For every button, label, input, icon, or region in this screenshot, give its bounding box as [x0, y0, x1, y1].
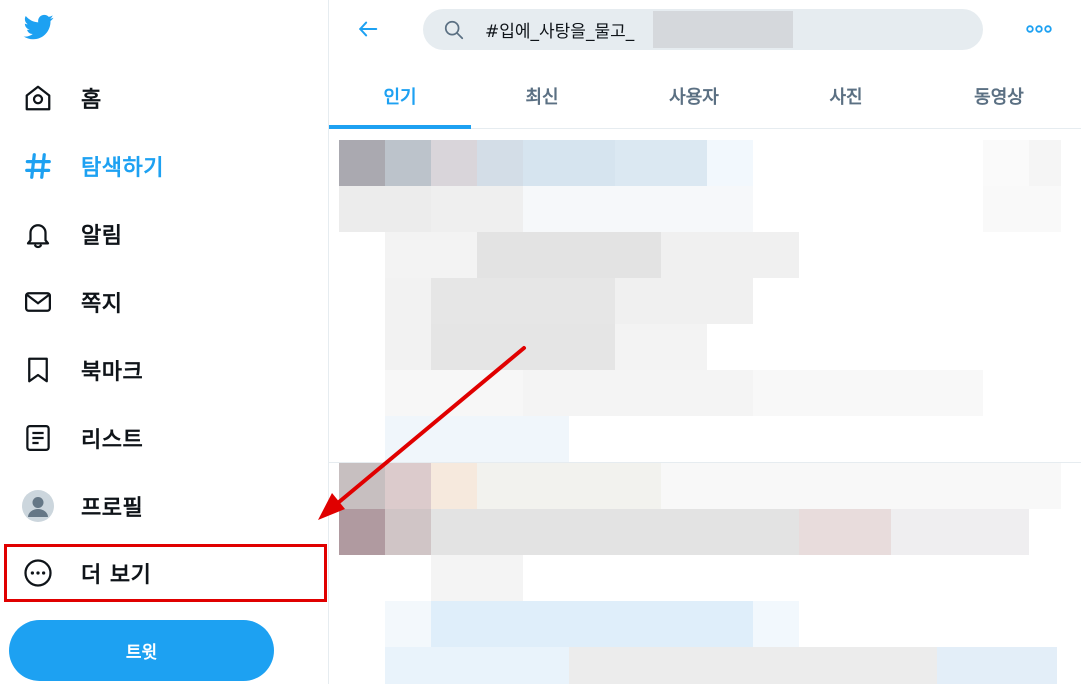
- pixelated-content: [431, 601, 753, 647]
- sidebar-item-label: 탐색하기: [81, 156, 164, 181]
- pixelated-content: [385, 370, 523, 416]
- tab-people[interactable]: 사용자: [613, 62, 775, 129]
- pixelated-content: [753, 601, 799, 647]
- tab-bar: 인기 최신 사용자 사진 동영상: [329, 62, 1081, 129]
- pixelated-content: [431, 509, 799, 555]
- pixelated-content: [339, 186, 431, 232]
- pixelated-content: [799, 509, 891, 555]
- pixelated-content: [385, 140, 431, 186]
- pixelated-content: [615, 278, 753, 324]
- sidebar-item-profile[interactable]: 프로필: [22, 486, 143, 526]
- search-results-feed: [329, 130, 1081, 684]
- pixelated-content: [477, 140, 523, 186]
- sidebar-item-explore[interactable]: 탐색하기: [22, 146, 164, 186]
- pixelated-content: [431, 140, 477, 186]
- pixelated-content: [753, 370, 983, 416]
- bookmark-icon: [22, 354, 54, 386]
- hashtag-icon: [22, 150, 54, 182]
- sidebar-item-lists[interactable]: 리스트: [22, 418, 143, 458]
- sidebar-item-bookmarks[interactable]: 북마크: [22, 350, 143, 390]
- pixelated-content: [1029, 140, 1061, 186]
- pixelated-content: [523, 140, 615, 186]
- pixelated-content: [339, 463, 385, 509]
- back-arrow-icon[interactable]: [353, 14, 383, 44]
- pixelated-content: [431, 555, 523, 601]
- pixelated-content: [385, 601, 431, 647]
- sidebar-item-notifications[interactable]: 알림: [22, 214, 122, 254]
- tab-photos[interactable]: 사진: [775, 62, 917, 129]
- sidebar-item-label: 홈: [81, 88, 102, 113]
- pixelated-content: [615, 324, 707, 370]
- pixelated-content: [615, 140, 707, 186]
- pixelated-content: [431, 278, 615, 324]
- sidebar-item-label: 쪽지: [81, 292, 123, 317]
- search-bar[interactable]: #입에_사탕을_물고_: [423, 9, 983, 50]
- pixelated-content: [983, 186, 1061, 232]
- pixelated-content: [523, 370, 753, 416]
- tab-videos[interactable]: 동영상: [917, 62, 1081, 129]
- pixelated-content: [385, 463, 431, 509]
- pixelated-content: [385, 509, 431, 555]
- pixelated-content: [339, 140, 385, 186]
- avatar-icon: [22, 490, 54, 522]
- search-input[interactable]: #입에_사탕을_물고_: [485, 17, 634, 42]
- sidebar-item-label: 알림: [81, 224, 123, 249]
- sidebar-item-label: 리스트: [81, 428, 144, 453]
- active-tab-indicator: [329, 125, 471, 129]
- highlight-box: [4, 544, 327, 602]
- pixelated-content: [339, 509, 385, 555]
- bell-icon: [22, 218, 54, 250]
- main-column: #입에_사탕을_물고_ 인기 최신 사용자 사진 동영상: [329, 0, 1081, 684]
- pixelated-content: [569, 647, 937, 684]
- pixelated-content: [385, 232, 477, 278]
- pixelated-content: [523, 186, 753, 232]
- pixelated-content: [937, 647, 1057, 684]
- sidebar-item-home[interactable]: 홈: [22, 78, 102, 118]
- more-options-icon[interactable]: [1023, 16, 1055, 42]
- pixelated-content: [477, 463, 661, 509]
- pixelated-content: [385, 416, 569, 462]
- pixelated-content: [385, 278, 431, 324]
- sidebar-item-label: 프로필: [81, 496, 144, 521]
- pixelated-content: [385, 324, 431, 370]
- pixelated-content: [477, 232, 661, 278]
- list-icon: [22, 422, 54, 454]
- pixelated-content: [385, 647, 569, 684]
- pixelated-content: [431, 324, 615, 370]
- pixelated-content: [891, 509, 1029, 555]
- tab-top[interactable]: 인기: [329, 62, 471, 129]
- twitter-bird-icon[interactable]: [22, 12, 58, 44]
- pixelated-content: [983, 140, 1029, 186]
- tweet-button[interactable]: 트윗: [9, 620, 274, 681]
- search-icon: [443, 18, 467, 42]
- pixelated-content: [661, 232, 799, 278]
- pixelated-content: [661, 463, 1061, 509]
- redacted-text: [653, 11, 793, 48]
- sidebar: 홈 탐색하기 알림 쪽지 북마크 리스트 프로필 더 보기 트윗: [0, 0, 329, 684]
- tab-latest[interactable]: 최신: [471, 62, 613, 129]
- sidebar-item-label: 북마크: [81, 360, 144, 385]
- pixelated-content: [431, 463, 477, 509]
- home-icon: [22, 82, 54, 114]
- pixelated-content: [431, 186, 523, 232]
- sidebar-item-messages[interactable]: 쪽지: [22, 282, 122, 322]
- envelope-icon: [22, 286, 54, 318]
- pixelated-content: [707, 140, 753, 186]
